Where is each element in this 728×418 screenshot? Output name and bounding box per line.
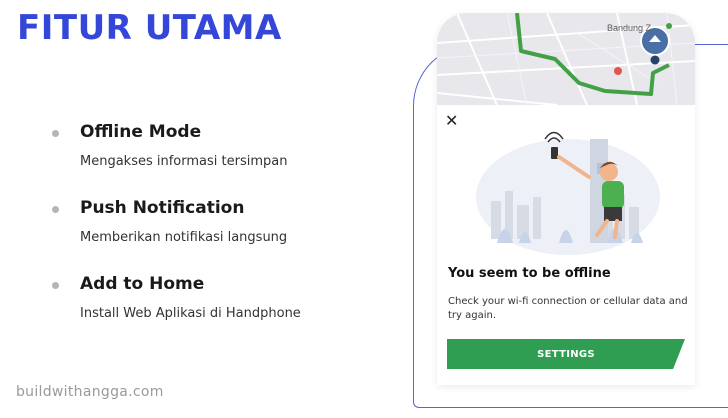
footer-brand: buildwithangga.com bbox=[16, 384, 164, 400]
phone-screen: Bandung Z ✕ You seem to be offline Check… bbox=[437, 13, 695, 385]
feature-list: Offline Mode Mengakses informasi tersimp… bbox=[50, 122, 390, 350]
slide-title: FITUR UTAMA bbox=[17, 8, 282, 48]
offline-message: Check your wi-fi connection or cellular … bbox=[448, 296, 688, 321]
feature-title: Add to Home bbox=[80, 274, 205, 294]
bullet-icon bbox=[52, 282, 59, 289]
feature-description: Memberikan notifikasi langsung bbox=[80, 230, 288, 245]
bullet-icon bbox=[52, 206, 59, 213]
bullet-icon bbox=[52, 130, 59, 137]
feature-item-push-notification: Push Notification Memberikan notifikasi … bbox=[50, 198, 390, 274]
offline-title: You seem to be offline bbox=[448, 266, 611, 281]
feature-description: Mengakses informasi tersimpan bbox=[80, 154, 288, 169]
feature-description: Install Web Aplikasi di Handphone bbox=[80, 306, 301, 321]
map-city-label: Bandung Z bbox=[607, 23, 652, 33]
feature-item-add-to-home: Add to Home Install Web Aplikasi di Hand… bbox=[50, 274, 390, 350]
offline-illustration bbox=[476, 131, 660, 255]
settings-button[interactable]: SETTINGS bbox=[447, 339, 685, 369]
close-icon[interactable]: ✕ bbox=[445, 111, 458, 131]
feature-item-offline-mode: Offline Mode Mengakses informasi tersimp… bbox=[50, 122, 390, 198]
map-graphic bbox=[437, 13, 695, 105]
feature-title: Offline Mode bbox=[80, 122, 202, 142]
feature-title: Push Notification bbox=[80, 198, 245, 218]
map-view[interactable]: Bandung Z bbox=[437, 13, 695, 105]
